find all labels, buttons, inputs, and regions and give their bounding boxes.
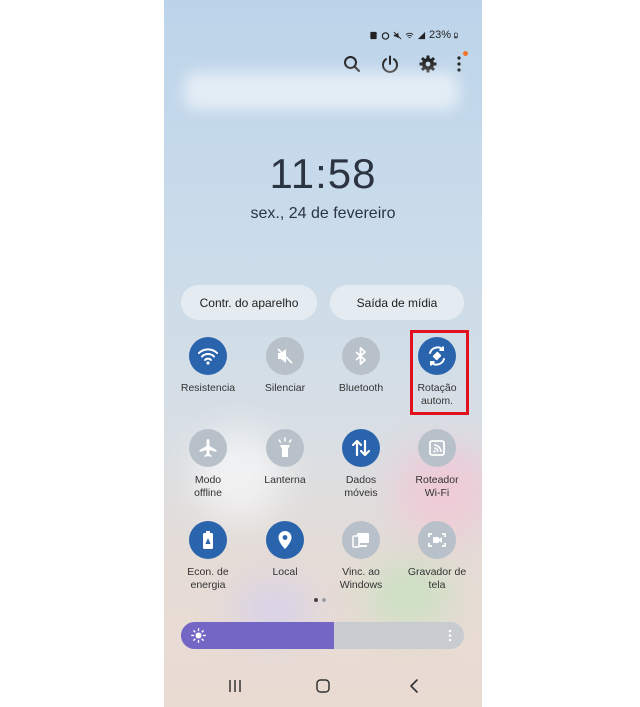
airplane-toggle[interactable]: [189, 429, 227, 467]
mobile-data-icon: [351, 439, 371, 457]
tile-label: Bluetooth: [338, 382, 384, 394]
device-control-button[interactable]: Contr. do aparelho: [181, 285, 317, 320]
battery-icon: [454, 32, 458, 38]
tile-flashlight[interactable]: Lanterna: [248, 429, 322, 487]
airplane-icon: [199, 439, 217, 457]
tile-label: Silenciar: [264, 382, 306, 394]
mute-icon: [393, 31, 402, 39]
screen-recorder-toggle[interactable]: [418, 521, 456, 559]
bluetooth-toggle[interactable]: [342, 337, 380, 375]
wifi-icon: [198, 348, 218, 365]
brightness-more-icon[interactable]: [448, 629, 452, 642]
screen-recorder-icon: [428, 533, 446, 547]
clock-date: sex., 24 de fevereiro: [250, 205, 396, 222]
sim-icon: [370, 31, 377, 39]
tile-label: Resistencia: [180, 382, 236, 394]
quick-panel-header: [342, 51, 468, 74]
bluetooth-icon: [355, 347, 366, 365]
tile-label: Dados móveis: [344, 474, 378, 499]
tile-label: Econ. de energia: [187, 566, 229, 591]
flashlight-icon: [278, 437, 292, 457]
hotspot-icon: [429, 440, 445, 456]
tile-label: Gravador de tela: [407, 566, 467, 591]
tile-power-saving[interactable]: Econ. de energia: [171, 521, 245, 591]
clock-time: 11:58: [269, 150, 377, 197]
search-icon[interactable]: [342, 54, 362, 74]
back-icon[interactable]: [407, 678, 421, 694]
page-indicator: [314, 598, 326, 602]
tile-label: Modo offline: [194, 474, 222, 499]
silence-toggle[interactable]: [266, 337, 304, 375]
wifi-icon: [405, 32, 414, 38]
mobile-data-toggle[interactable]: [342, 429, 380, 467]
tile-location[interactable]: Local: [248, 521, 322, 579]
tile-hotspot[interactable]: Roteador Wi-Fi: [400, 429, 474, 499]
page-dot: [322, 598, 326, 602]
location-toggle[interactable]: [266, 521, 304, 559]
location-icon: [278, 531, 292, 549]
tile-wifi[interactable]: Resistencia: [171, 337, 245, 395]
hotspot-toggle[interactable]: [418, 429, 456, 467]
home-icon[interactable]: [315, 678, 331, 694]
recents-icon[interactable]: [227, 678, 243, 694]
blurred-notification: [184, 72, 459, 110]
tile-airplane[interactable]: Modo offline: [171, 429, 245, 499]
brightness-icon: [191, 628, 206, 643]
alarm-icon: [381, 31, 390, 40]
brightness-slider[interactable]: [181, 622, 464, 649]
tile-label: Local: [272, 566, 298, 578]
tile-label: Roteador Wi-Fi: [415, 474, 459, 499]
power-saving-icon: [203, 531, 213, 549]
page-dot-active: [314, 598, 318, 602]
mute-icon: [277, 348, 293, 364]
tile-mobile-data[interactable]: Dados móveis: [324, 429, 398, 499]
wifi-toggle[interactable]: [189, 337, 227, 375]
notification-dot: [463, 51, 468, 56]
battery-percent: 23%: [428, 29, 451, 41]
media-output-label: Saída de mídia: [356, 295, 438, 310]
power-icon[interactable]: [380, 54, 400, 74]
settings-icon[interactable]: [418, 54, 438, 74]
link-windows-toggle[interactable]: [342, 521, 380, 559]
highlight-box: [410, 330, 469, 415]
tile-link-windows[interactable]: Vinc. ao Windows: [324, 521, 398, 591]
more-icon[interactable]: [456, 51, 468, 74]
flashlight-toggle[interactable]: [266, 429, 304, 467]
link-windows-icon: [352, 533, 369, 548]
tile-bluetooth[interactable]: Bluetooth: [324, 337, 398, 395]
media-output-button[interactable]: Saída de mídia: [330, 285, 464, 320]
tile-label: Lanterna: [264, 474, 306, 486]
status-bar: 23%: [369, 29, 460, 41]
tile-screen-recorder[interactable]: Gravador de tela: [400, 521, 474, 591]
navigation-bar: [164, 672, 482, 700]
signal-icon: [417, 31, 426, 39]
tile-silence[interactable]: Silenciar: [248, 337, 322, 395]
power-saving-toggle[interactable]: [189, 521, 227, 559]
device-control-label: Contr. do aparelho: [199, 295, 299, 310]
tile-label: Vinc. ao Windows: [339, 566, 383, 591]
